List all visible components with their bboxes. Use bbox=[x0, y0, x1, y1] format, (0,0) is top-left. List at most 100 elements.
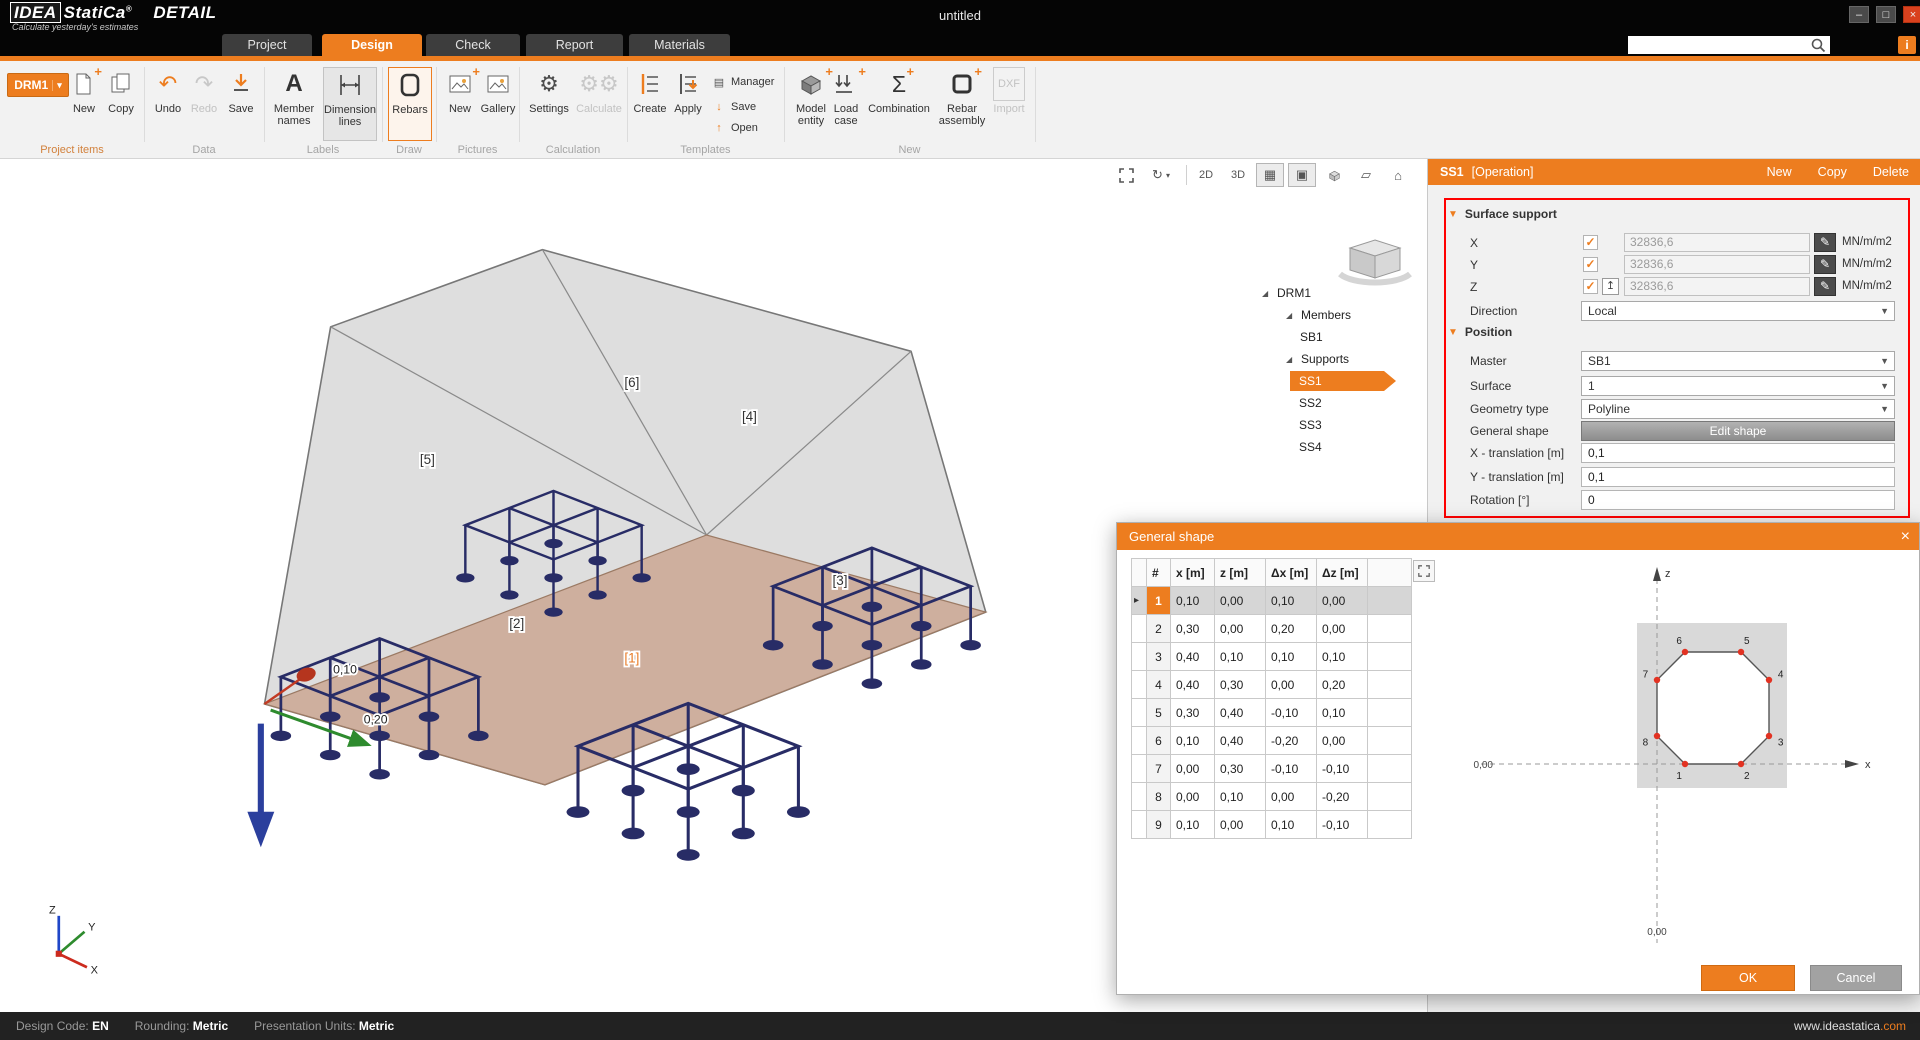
minimize-button[interactable]: – bbox=[1849, 6, 1869, 23]
point-dz-cell[interactable]: 0,10 bbox=[1317, 643, 1368, 671]
point-dx-cell[interactable]: 0,10 bbox=[1266, 587, 1317, 615]
gallery-button[interactable]: Gallery bbox=[478, 67, 518, 141]
z-edit-pencil-icon[interactable]: ✎ bbox=[1814, 277, 1836, 296]
view-3d-button[interactable]: 3D bbox=[1224, 163, 1252, 187]
tree-item-members[interactable]: ◢Members bbox=[1262, 304, 1432, 326]
tab-materials[interactable]: Materials bbox=[629, 34, 730, 56]
vertex-dot[interactable] bbox=[1654, 733, 1660, 739]
expander-icon[interactable]: ◢ bbox=[1286, 311, 1296, 320]
point-dx-cell[interactable]: 0,10 bbox=[1266, 811, 1317, 839]
tree-item-ss2[interactable]: SS2 bbox=[1262, 392, 1432, 414]
search-input[interactable] bbox=[1628, 36, 1830, 54]
row-selector-cell[interactable] bbox=[1132, 727, 1147, 755]
geometry-type-select[interactable]: Polyline▼ bbox=[1581, 399, 1895, 419]
point-dx-cell[interactable]: 0,00 bbox=[1266, 783, 1317, 811]
vertex-dot[interactable] bbox=[1682, 761, 1688, 767]
shape-point-row[interactable]: 40,400,300,000,20 bbox=[1132, 671, 1412, 699]
dialog-header[interactable]: General shape bbox=[1117, 523, 1919, 550]
new-project-button[interactable]: + New bbox=[66, 67, 102, 141]
row-selector-cell[interactable]: ▸ bbox=[1132, 587, 1147, 615]
tree-item-supports[interactable]: ◢Supports bbox=[1262, 348, 1432, 370]
point-x-cell[interactable]: 0,10 bbox=[1171, 811, 1215, 839]
copy-support-button[interactable]: Copy bbox=[1818, 165, 1847, 179]
point-x-cell[interactable]: 0,00 bbox=[1171, 755, 1215, 783]
collapse-triangle-icon[interactable]: ▼ bbox=[1448, 209, 1458, 220]
shape-point-row[interactable]: 60,100,40-0,200,00 bbox=[1132, 727, 1412, 755]
delete-support-button[interactable]: Delete bbox=[1873, 165, 1909, 179]
point-z-cell[interactable]: 0,30 bbox=[1215, 671, 1266, 699]
row-selector-cell[interactable] bbox=[1132, 811, 1147, 839]
point-dz-cell[interactable]: 0,00 bbox=[1317, 587, 1368, 615]
point-z-cell[interactable]: 0,10 bbox=[1215, 643, 1266, 671]
tree-item-drm1[interactable]: ◢DRM1 bbox=[1262, 282, 1432, 304]
x-stiffness-field[interactable]: 32836,6 bbox=[1624, 233, 1810, 252]
cancel-button[interactable]: Cancel bbox=[1810, 965, 1902, 991]
save-button[interactable]: Save bbox=[223, 67, 259, 141]
row-number-cell[interactable]: 3 bbox=[1147, 643, 1171, 671]
point-x-cell[interactable]: 0,00 bbox=[1171, 783, 1215, 811]
shape-point-row[interactable]: 80,000,100,00-0,20 bbox=[1132, 783, 1412, 811]
workplane-button[interactable]: ▣ bbox=[1288, 163, 1316, 187]
fit-view-button[interactable] bbox=[1112, 163, 1140, 187]
rotation-field[interactable]: 0 bbox=[1581, 490, 1895, 510]
position-section[interactable]: ▼Position bbox=[1448, 324, 1512, 340]
tab-report[interactable]: Report bbox=[526, 34, 623, 56]
member-names-button[interactable]: A Member names bbox=[267, 67, 321, 141]
template-manager-button[interactable]: ▤Manager bbox=[712, 73, 774, 91]
plane-view-button[interactable]: ▱ bbox=[1352, 163, 1380, 187]
point-z-cell[interactable]: 0,00 bbox=[1215, 615, 1266, 643]
point-dz-cell[interactable]: -0,10 bbox=[1317, 811, 1368, 839]
expander-icon[interactable]: ◢ bbox=[1286, 355, 1296, 364]
row-selector-cell[interactable] bbox=[1132, 699, 1147, 727]
point-z-cell[interactable]: 0,40 bbox=[1215, 727, 1266, 755]
row-selector-cell[interactable] bbox=[1132, 615, 1147, 643]
direction-select[interactable]: Local▼ bbox=[1581, 301, 1895, 321]
expander-icon[interactable]: ◢ bbox=[1262, 289, 1272, 298]
collapse-triangle-icon[interactable]: ▼ bbox=[1448, 327, 1458, 338]
shape-point-row[interactable]: 30,400,100,100,10 bbox=[1132, 643, 1412, 671]
x-edit-pencil-icon[interactable]: ✎ bbox=[1814, 233, 1836, 252]
point-dz-cell[interactable]: -0,20 bbox=[1317, 783, 1368, 811]
point-x-cell[interactable]: 0,10 bbox=[1171, 587, 1215, 615]
point-dx-cell[interactable]: -0,20 bbox=[1266, 727, 1317, 755]
y-edit-pencil-icon[interactable]: ✎ bbox=[1814, 255, 1836, 274]
ok-button[interactable]: OK bbox=[1701, 965, 1795, 991]
vertex-dot[interactable] bbox=[1682, 649, 1688, 655]
tree-item-sb1[interactable]: SB1 bbox=[1262, 326, 1432, 348]
point-dx-cell[interactable]: 0,00 bbox=[1266, 671, 1317, 699]
point-z-cell[interactable]: 0,30 bbox=[1215, 755, 1266, 783]
point-z-cell[interactable]: 0,00 bbox=[1215, 811, 1266, 839]
rebar-assembly-button[interactable]: + Rebar assembly bbox=[934, 67, 990, 141]
point-z-cell[interactable]: 0,00 bbox=[1215, 587, 1266, 615]
row-number-cell[interactable]: 9 bbox=[1147, 811, 1171, 839]
website-link[interactable]: www.ideastatica.com bbox=[1794, 1019, 1906, 1033]
new-support-button[interactable]: New bbox=[1767, 165, 1792, 179]
row-number-cell[interactable]: 8 bbox=[1147, 783, 1171, 811]
undo-button[interactable]: ↶ Undo bbox=[150, 67, 186, 141]
maximize-button[interactable]: □ bbox=[1876, 6, 1896, 23]
point-x-cell[interactable]: 0,30 bbox=[1171, 615, 1215, 643]
rebars-button[interactable]: Rebars bbox=[388, 67, 432, 141]
x-translation-field[interactable]: 0,1 bbox=[1581, 443, 1895, 463]
point-dx-cell[interactable]: -0,10 bbox=[1266, 699, 1317, 727]
y-checkbox[interactable]: ✓ bbox=[1583, 257, 1598, 272]
row-number-cell[interactable]: 6 bbox=[1147, 727, 1171, 755]
combination-button[interactable]: Σ+ Combination bbox=[868, 67, 930, 141]
master-select[interactable]: SB1▼ bbox=[1581, 351, 1895, 371]
surface-support-section[interactable]: ▼Surface support bbox=[1448, 206, 1557, 222]
shape-point-row[interactable]: ▸10,100,000,100,00 bbox=[1132, 587, 1412, 615]
point-dx-cell[interactable]: 0,10 bbox=[1266, 643, 1317, 671]
row-selector-cell[interactable] bbox=[1132, 783, 1147, 811]
tab-design[interactable]: Design bbox=[322, 34, 422, 56]
point-dz-cell[interactable]: 0,20 bbox=[1317, 671, 1368, 699]
surface-select[interactable]: 1▼ bbox=[1581, 376, 1895, 396]
point-dz-cell[interactable]: 0,10 bbox=[1317, 699, 1368, 727]
dialog-close-icon[interactable]: × bbox=[1901, 523, 1910, 550]
shape-point-row[interactable]: 70,000,30-0,10-0,10 bbox=[1132, 755, 1412, 783]
row-number-cell[interactable]: 2 bbox=[1147, 615, 1171, 643]
vertex-dot[interactable] bbox=[1738, 761, 1744, 767]
point-x-cell[interactable]: 0,40 bbox=[1171, 671, 1215, 699]
row-selector-cell[interactable] bbox=[1132, 755, 1147, 783]
load-case-button[interactable]: + Load case bbox=[824, 67, 868, 141]
vertex-dot[interactable] bbox=[1654, 677, 1660, 683]
